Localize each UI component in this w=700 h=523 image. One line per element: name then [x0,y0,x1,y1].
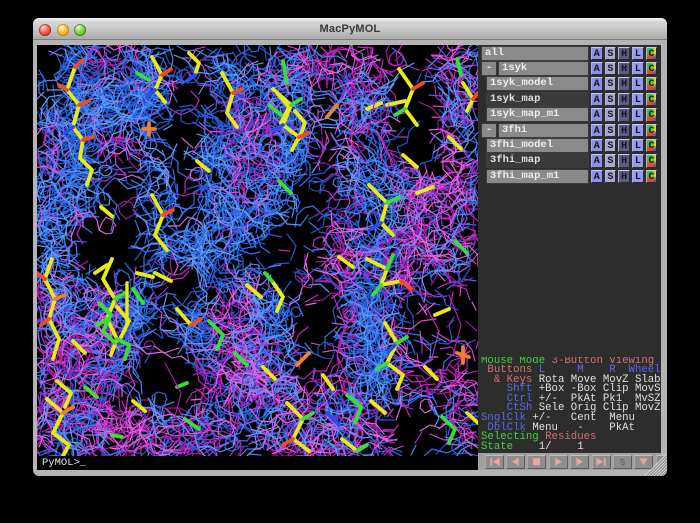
svg-text:S: S [620,458,625,468]
